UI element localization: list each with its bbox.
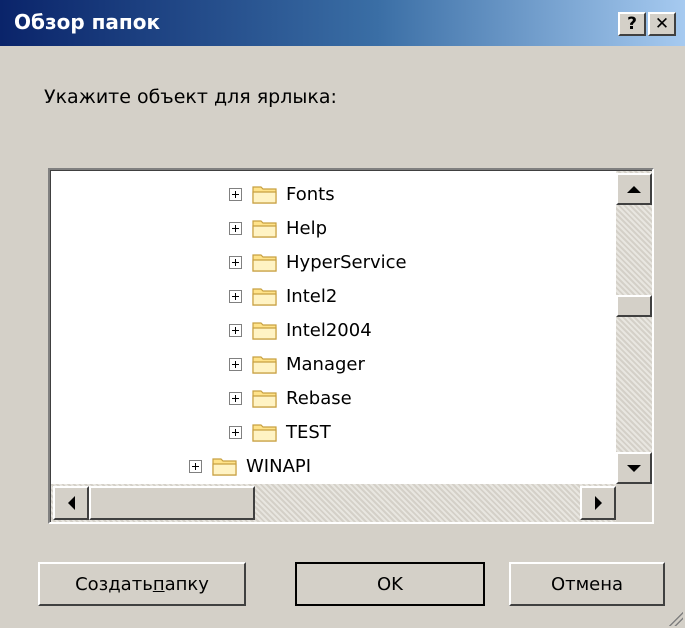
cancel-button[interactable]: Отмена: [509, 562, 665, 606]
tree-item-label: Intel2004: [286, 319, 372, 341]
help-icon: ?: [627, 14, 637, 34]
expand-plus-icon[interactable]: [229, 391, 242, 405]
scroll-down-button[interactable]: [616, 452, 652, 484]
scroll-left-button[interactable]: [53, 486, 89, 520]
folder-icon: [212, 458, 237, 476]
expand-plus-icon[interactable]: [229, 425, 242, 439]
new-folder-label-post: апку: [164, 573, 209, 595]
cancel-label: Отмена: [550, 573, 624, 595]
folder-icon: [252, 356, 277, 374]
folder-tree[interactable]: Fonts Help HyperService Intel2 Intel2004 Mana…: [48, 168, 654, 524]
folder-icon: [252, 220, 277, 238]
arrow-up-icon: [627, 185, 641, 193]
vertical-scroll-thumb[interactable]: [616, 295, 652, 317]
close-icon: ✕: [654, 14, 670, 34]
ok-button[interactable]: OK: [295, 562, 485, 606]
tree-item[interactable]: Intel2004: [229, 315, 372, 345]
tree-item[interactable]: Fonts: [229, 179, 335, 209]
expand-plus-icon[interactable]: [229, 221, 242, 235]
help-button[interactable]: ?: [618, 12, 646, 36]
expand-plus-icon[interactable]: [229, 357, 242, 371]
expand-plus-icon[interactable]: [229, 187, 242, 201]
tree-item[interactable]: Manager: [229, 349, 365, 379]
window-title: Обзор папок: [14, 10, 161, 34]
new-folder-button[interactable]: Создать п апку: [38, 562, 246, 606]
tree-item-label: HyperService: [286, 251, 407, 273]
tree-item[interactable]: Rebase: [229, 383, 352, 413]
horizontal-scrollbar[interactable]: [51, 484, 616, 522]
tree-item-label: Intel2: [286, 285, 338, 307]
horizontal-scroll-thumb[interactable]: [89, 486, 255, 520]
tree-item[interactable]: TEST: [229, 417, 331, 447]
resize-grip-icon[interactable]: [667, 610, 683, 626]
tree-item[interactable]: Intel2: [229, 281, 337, 311]
new-folder-label-accel: п: [152, 573, 165, 595]
vertical-scrollbar[interactable]: [616, 171, 652, 484]
folder-icon: [252, 186, 277, 204]
title-bar[interactable]: Обзор папок ? ✕: [0, 0, 685, 46]
tree-item-label: Fonts: [286, 183, 335, 205]
arrow-left-icon: [67, 496, 75, 510]
prompt-label: Укажите объект для ярлыка:: [44, 86, 337, 108]
arrow-down-icon: [627, 464, 641, 472]
folder-icon: [252, 322, 277, 340]
ok-label: OK: [377, 573, 403, 595]
tree-item[interactable]: HyperService: [229, 247, 407, 277]
tree-item-label: WINAPI: [246, 455, 312, 477]
tree-item[interactable]: WINAPI: [189, 451, 311, 481]
expand-plus-icon[interactable]: [189, 459, 202, 473]
expand-plus-icon[interactable]: [229, 289, 242, 303]
tree-item-label: TEST: [286, 421, 331, 443]
tree-item-label: Help: [286, 217, 328, 239]
close-button[interactable]: ✕: [648, 12, 676, 36]
folder-icon: [252, 424, 277, 442]
expand-plus-icon[interactable]: [229, 323, 242, 337]
folder-icon: [252, 390, 277, 408]
folder-icon: [252, 288, 277, 306]
scrollbar-corner: [616, 484, 652, 522]
arrow-right-icon: [594, 496, 602, 510]
tree-item-label: Rebase: [286, 387, 352, 409]
scroll-right-button[interactable]: [580, 486, 616, 520]
folder-icon: [252, 254, 277, 272]
tree-item[interactable]: Help: [229, 213, 327, 243]
new-folder-label-pre: Создать: [75, 573, 153, 595]
scroll-up-button[interactable]: [616, 173, 652, 205]
expand-plus-icon[interactable]: [229, 255, 242, 269]
tree-item-label: Manager: [286, 353, 365, 375]
